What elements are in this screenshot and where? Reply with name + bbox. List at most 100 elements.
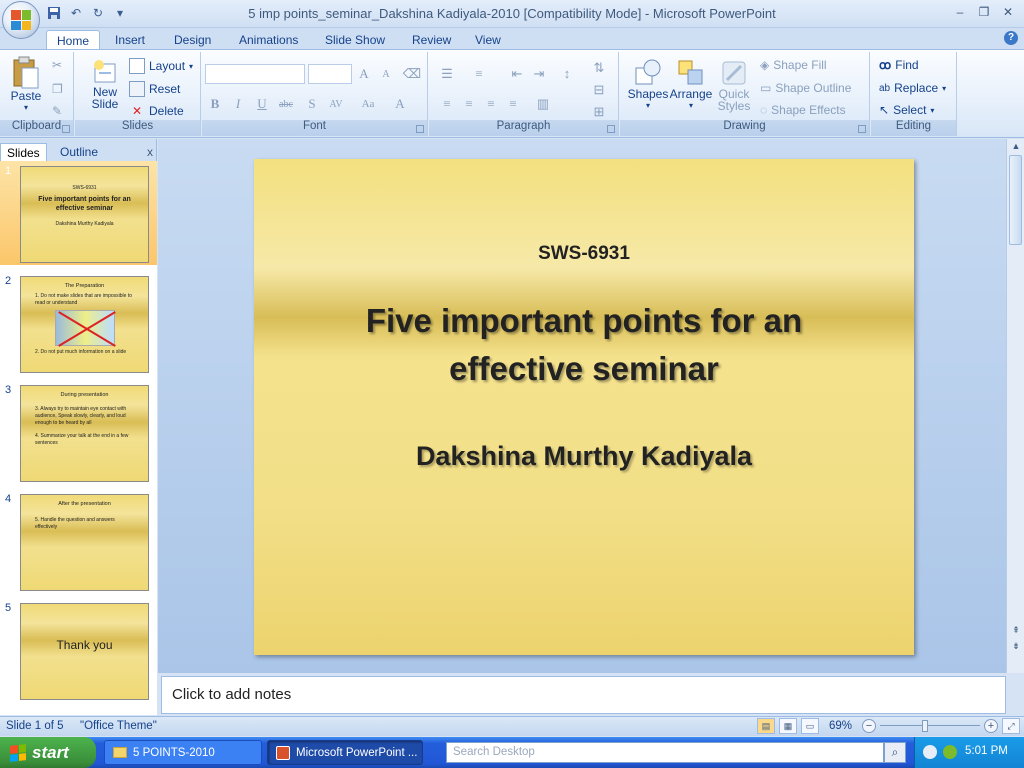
start-button[interactable]: start — [0, 737, 96, 768]
slide-thumbnail-3[interactable]: 3 During presentation 3. Always try to m… — [0, 380, 157, 484]
office-button[interactable] — [2, 1, 40, 39]
taskbar-item-folder[interactable]: 5 POINTS-2010 — [104, 740, 262, 765]
arrange-button[interactable]: Arrange ▾ — [668, 58, 714, 112]
quick-styles-button[interactable]: Quick Styles — [714, 58, 754, 112]
fit-to-window-icon[interactable]: ⤢ — [1002, 718, 1020, 734]
align-right-icon[interactable]: ≡ — [481, 94, 501, 114]
shape-outline-button[interactable]: ▭ Shape Outline — [760, 81, 851, 95]
change-case-button[interactable]: Aa — [358, 94, 378, 114]
text-shadow-button[interactable]: S — [302, 94, 322, 114]
zoom-slider-knob[interactable] — [922, 720, 929, 732]
font-launcher-icon[interactable] — [416, 125, 424, 133]
copy-icon[interactable]: ❐ — [52, 82, 63, 96]
character-spacing-button[interactable]: AV — [326, 94, 346, 114]
tab-slides[interactable]: Slides — [0, 143, 47, 161]
desktop-search-input[interactable]: Search Desktop — [446, 742, 884, 763]
drawing-launcher-icon[interactable] — [858, 125, 866, 133]
editing-group: ꝏ Find ab Replace ▾ ↖ Select ▾ Editing — [871, 52, 957, 136]
close-icon[interactable]: ✕ — [998, 4, 1018, 20]
tab-view[interactable]: View — [465, 30, 511, 50]
tab-slide-show[interactable]: Slide Show — [315, 30, 395, 50]
align-left-icon[interactable]: ≡ — [437, 94, 457, 114]
paragraph-launcher-icon[interactable] — [607, 125, 615, 133]
select-button[interactable]: ↖ Select ▾ — [879, 103, 934, 117]
tab-animations[interactable]: Animations — [229, 30, 308, 50]
delete-slide-button[interactable]: ✕ Delete — [129, 103, 184, 119]
slide-course-code[interactable]: SWS-6931 — [254, 243, 914, 265]
tray-network-icon[interactable] — [943, 745, 957, 759]
zoom-level[interactable]: 69% — [829, 720, 852, 732]
font-family-select[interactable] — [205, 64, 305, 84]
bullets-icon[interactable]: ☰ — [437, 64, 457, 84]
slide-thumbnail-5[interactable]: 5 Thank you — [0, 598, 157, 702]
columns-icon[interactable]: ▥ — [533, 94, 553, 114]
tab-insert[interactable]: Insert — [105, 30, 155, 50]
slide-thumbnails: 1 SWS-6931 Five important points for an … — [0, 161, 157, 715]
numbering-icon[interactable]: ≡ — [469, 64, 489, 84]
smartart-icon[interactable]: ⊞ — [589, 102, 609, 122]
restore-icon[interactable]: ❐ — [974, 4, 994, 20]
tab-design[interactable]: Design — [164, 30, 221, 50]
font-color-button[interactable]: A — [390, 94, 410, 114]
align-center-icon[interactable]: ≡ — [459, 94, 479, 114]
tab-outline[interactable]: Outline — [54, 143, 104, 161]
slide-title[interactable]: Five important points for an effective s… — [314, 297, 854, 393]
find-button[interactable]: ꝏ Find — [879, 58, 919, 72]
theme-name[interactable]: "Office Theme" — [80, 720, 157, 732]
crossed-out-image — [54, 310, 115, 346]
notes-pane[interactable]: Click to add notes — [161, 676, 1006, 714]
grow-font-button[interactable]: A — [354, 64, 374, 84]
reset-button[interactable]: Reset — [129, 81, 180, 97]
shrink-font-button[interactable]: A — [376, 64, 396, 84]
bold-button[interactable]: B — [205, 94, 225, 114]
format-painter-icon[interactable]: ✎ — [52, 104, 62, 118]
ribbon: Paste ▾ ✂ ❐ ✎ Clipboard New Slide Layout… — [0, 49, 1024, 138]
line-spacing-icon[interactable]: ↕ — [557, 64, 577, 84]
strikethrough-button[interactable]: abc — [276, 94, 296, 114]
pane-tabs: Slides Outline x — [0, 141, 157, 161]
font-size-select[interactable] — [308, 64, 352, 84]
minimize-icon[interactable]: – — [950, 4, 970, 20]
increase-indent-icon[interactable]: ⇥ — [529, 64, 549, 84]
layout-button[interactable]: Layout ▾ — [129, 58, 193, 74]
zoom-slider[interactable] — [880, 718, 980, 734]
decrease-indent-icon[interactable]: ⇤ — [507, 64, 527, 84]
slide-show-view-icon[interactable]: ▭ — [800, 718, 819, 734]
scroll-up-icon[interactable]: ▲ — [1010, 141, 1022, 153]
search-icon[interactable]: ⌕ — [884, 742, 906, 763]
tray-back-icon[interactable] — [923, 745, 937, 759]
tab-review[interactable]: Review — [402, 30, 461, 50]
normal-view-icon[interactable]: ▤ — [756, 718, 775, 734]
zoom-out-icon[interactable]: − — [862, 719, 876, 733]
taskbar-item-powerpoint[interactable]: Microsoft PowerPoint ... — [267, 740, 423, 765]
shape-effects-button[interactable]: ◌ Shape Effects — [760, 103, 846, 117]
justify-icon[interactable]: ≡ — [503, 94, 523, 114]
current-slide[interactable]: SWS-6931 Five important points for an ef… — [254, 159, 914, 655]
paste-button[interactable]: Paste ▾ — [6, 56, 46, 114]
underline-button[interactable]: U — [252, 94, 272, 114]
close-pane-icon[interactable]: x — [147, 145, 153, 159]
clear-formatting-icon[interactable]: ⌫ — [402, 64, 422, 84]
delete-icon: ✕ — [131, 104, 143, 118]
scroll-thumb[interactable] — [1009, 155, 1022, 245]
slide-thumbnail-4[interactable]: 4 After the presentation 5. Handle the q… — [0, 489, 157, 593]
align-text-icon[interactable]: ⊟ — [589, 80, 609, 100]
italic-button[interactable]: I — [228, 94, 248, 114]
slide-author[interactable]: Dakshina Murthy Kadiyala — [254, 441, 914, 472]
cut-icon[interactable]: ✂ — [52, 58, 62, 72]
slide-thumbnail-2[interactable]: 2 The Preparation 1. Do not make slides … — [0, 271, 157, 375]
shape-fill-button[interactable]: ◈ Shape Fill — [760, 58, 827, 72]
slide-thumbnail-1[interactable]: 1 SWS-6931 Five important points for an … — [0, 161, 157, 265]
zoom-in-icon[interactable]: + — [984, 719, 998, 733]
next-slide-icon[interactable]: ⇟ — [1010, 641, 1022, 653]
tab-home[interactable]: Home — [46, 30, 101, 50]
replace-button[interactable]: ab Replace ▾ — [879, 81, 946, 95]
slide-sorter-view-icon[interactable]: ▦ — [778, 718, 797, 734]
clipboard-launcher-icon[interactable] — [62, 125, 70, 133]
vertical-scrollbar[interactable]: ▲ ⇞ ⇟ — [1006, 139, 1024, 673]
shapes-button[interactable]: Shapes ▾ — [626, 58, 670, 112]
previous-slide-icon[interactable]: ⇞ — [1010, 625, 1022, 637]
help-icon[interactable]: ? — [1004, 31, 1018, 45]
new-slide-button[interactable]: New Slide — [83, 58, 127, 110]
text-direction-icon[interactable]: ⇅ — [589, 58, 609, 78]
